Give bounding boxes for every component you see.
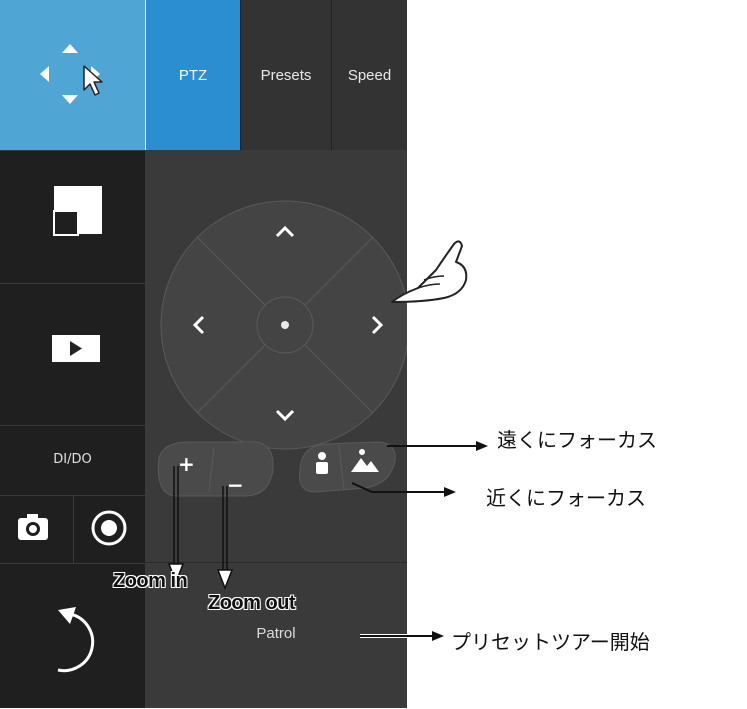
annotation-preset-tour: プリセットツアー開始 <box>451 630 650 654</box>
annotation-focus-far: 遠くにフォーカス <box>497 428 657 452</box>
annotation-arrows <box>167 441 488 641</box>
annotation-focus-near: 近くにフォーカス <box>486 486 646 510</box>
annotation-zoom-in: Zoom in <box>113 570 188 592</box>
annotation-zoom-out: Zoom out <box>208 592 296 614</box>
